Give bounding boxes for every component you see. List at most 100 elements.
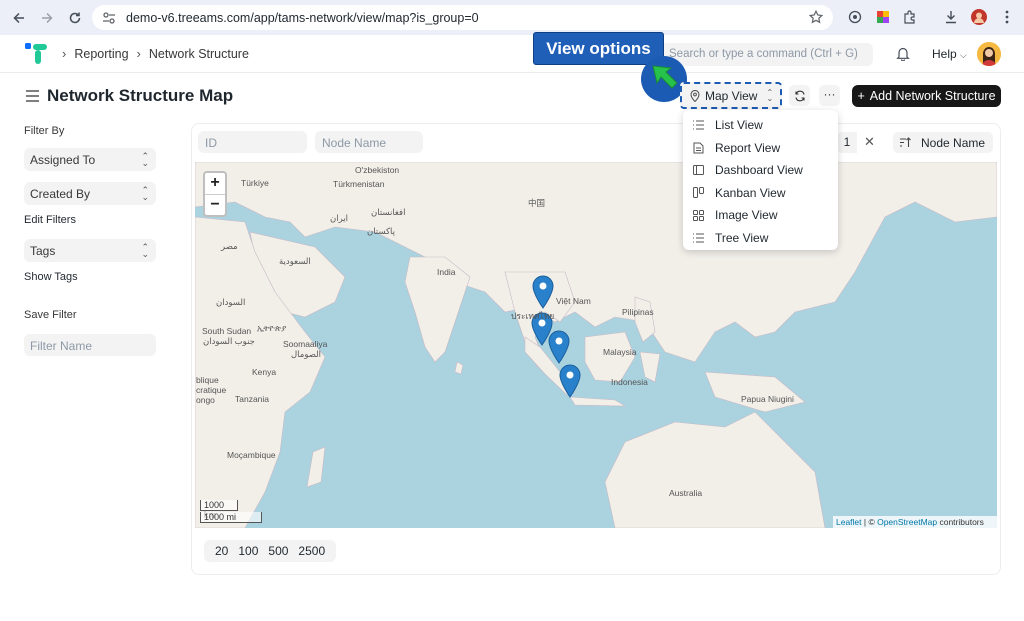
profile-avatar-icon[interactable]	[970, 8, 988, 26]
list-icon	[693, 120, 704, 130]
plus-icon: +	[857, 89, 865, 103]
zoom-out-button[interactable]: −	[205, 194, 225, 215]
sort-field-label: Node Name	[921, 135, 986, 150]
bookmark-star-icon[interactable]	[809, 10, 823, 24]
back-icon[interactable]	[8, 7, 30, 29]
chevron-down-icon: ⌵	[960, 50, 967, 60]
color-extension-icon[interactable]	[874, 8, 892, 26]
map-scale-km: 1000 km	[200, 500, 238, 520]
refresh-icon	[794, 90, 805, 101]
view-switcher-menu: List View Report View Dashboard View Kan…	[683, 110, 838, 250]
map-label: پاکستان	[367, 226, 395, 236]
page-size-2500[interactable]: 2500	[293, 544, 330, 558]
menu-item-label: List View	[715, 118, 763, 133]
map-label: Australia	[669, 488, 703, 498]
zoom-in-button[interactable]: +	[205, 173, 225, 194]
osm-link[interactable]: OpenStreetMap	[877, 517, 937, 527]
page-size-100[interactable]: 100	[233, 544, 263, 558]
map-label: الصومال	[291, 349, 322, 359]
chevron-right-icon: ›	[136, 46, 141, 61]
site-settings-icon[interactable]	[102, 11, 118, 25]
select-chevron-icon: ⌃ ⌄	[141, 185, 149, 202]
assigned-to-select[interactable]: Assigned To ⌃ ⌄	[24, 148, 156, 171]
select-chevron-icon: ⌃ ⌄	[141, 242, 149, 259]
tree-icon	[693, 233, 704, 243]
select-chevron-icon: ⌃ ⌄	[141, 151, 149, 168]
menu-item-image-view[interactable]: Image View	[683, 204, 838, 227]
menu-item-label: Image View	[715, 208, 778, 223]
map-label: India	[437, 267, 456, 277]
node-name-filter-input[interactable]: Node Name	[315, 131, 423, 153]
filter-count-badge[interactable]: 1	[837, 132, 857, 153]
map-attribution: Leaflet | © OpenStreetMap contributors	[833, 516, 997, 528]
map-scale-mi: 1000 mi	[200, 512, 262, 523]
filter-name-input[interactable]: Filter Name	[24, 334, 156, 356]
menu-item-label: Kanban View	[715, 185, 786, 200]
add-network-structure-button[interactable]: + Add Network Structure	[852, 85, 1001, 107]
attribution-sep: | ©	[861, 517, 878, 527]
chevron-right-icon: ›	[62, 46, 67, 61]
page-size-500[interactable]: 500	[263, 544, 293, 558]
download-icon[interactable]	[942, 8, 960, 26]
leaflet-link[interactable]: Leaflet	[836, 517, 862, 527]
page-length-selector: 20 100 500 2500	[204, 540, 337, 562]
help-dropdown[interactable]: Help ⌵	[932, 47, 967, 61]
more-actions-button[interactable]: ···	[819, 85, 840, 106]
map-marker-icon[interactable]	[548, 330, 570, 364]
menu-item-list-view[interactable]: List View	[683, 114, 838, 137]
kanban-icon	[693, 187, 704, 199]
map-marker-icon[interactable]	[532, 275, 554, 309]
treeams-logo-icon[interactable]	[24, 42, 48, 66]
breadcrumb-reporting[interactable]: Reporting	[74, 47, 128, 61]
user-avatar[interactable]	[977, 42, 1001, 66]
browser-toolbar: demo-v6.treeams.com/app/tams-network/vie…	[0, 0, 1024, 35]
map-label: Türkiye	[241, 178, 269, 188]
tags-select[interactable]: Tags ⌃ ⌄	[24, 239, 156, 262]
address-bar[interactable]: demo-v6.treeams.com/app/tams-network/vie…	[92, 5, 833, 30]
dashboard-icon	[693, 165, 704, 176]
browser-menu-icon[interactable]	[998, 8, 1016, 26]
extension-icon[interactable]	[846, 8, 864, 26]
map-label: Moçambique	[227, 450, 276, 460]
show-tags-link[interactable]: Show Tags	[24, 271, 78, 283]
map-label: السعودية	[279, 256, 311, 266]
menu-item-kanban-view[interactable]: Kanban View	[683, 182, 838, 205]
awesomebar-search-input[interactable]: Search or type a command (Ctrl + G)	[661, 43, 873, 66]
puzzle-extensions-icon[interactable]	[901, 8, 919, 26]
image-grid-icon	[693, 209, 704, 221]
map-label: Indonesia	[611, 377, 648, 387]
view-switcher-button[interactable]: Map View ⌃ ⌄	[680, 82, 782, 109]
view-switcher-label: Map View	[705, 88, 758, 103]
notification-bell-icon[interactable]	[896, 46, 910, 61]
breadcrumb: › Reporting › Network Structure	[62, 46, 249, 61]
map-label: Pilipinas	[622, 307, 654, 317]
edit-filters-link[interactable]: Edit Filters	[24, 214, 76, 226]
save-filter-label: Save Filter	[24, 309, 77, 321]
map-label: ongo	[196, 395, 215, 405]
menu-item-report-view[interactable]: Report View	[683, 137, 838, 160]
breadcrumb-network-structure[interactable]: Network Structure	[149, 47, 249, 61]
map-label: افغانستان	[371, 207, 406, 217]
map-label: blique	[196, 375, 219, 385]
clear-filters-icon[interactable]: ✕	[864, 134, 875, 150]
map-label: مصر	[221, 241, 238, 251]
menu-item-dashboard-view[interactable]: Dashboard View	[683, 159, 838, 182]
map-label: Soomaaliya	[283, 339, 328, 349]
sort-button[interactable]: Node Name	[893, 132, 993, 153]
sidebar-toggle-icon[interactable]	[26, 90, 39, 102]
reload-button[interactable]	[789, 85, 810, 106]
filter-by-label: Filter By	[24, 125, 65, 137]
map-label: Papua Niugini	[741, 394, 794, 404]
map-marker-icon[interactable]	[559, 364, 581, 398]
map-label: cratique	[196, 385, 227, 395]
created-by-select[interactable]: Created By ⌃ ⌄	[24, 182, 156, 205]
page-size-20[interactable]: 20	[210, 544, 233, 558]
menu-item-tree-view[interactable]: Tree View	[683, 227, 838, 250]
forward-icon[interactable]	[36, 7, 58, 29]
map-label: ประเทศไทย	[511, 311, 555, 321]
map-zoom-control: + −	[203, 171, 227, 217]
map-label: 中国	[528, 198, 546, 208]
map-label: Türkmenistan	[333, 179, 385, 189]
reload-page-icon[interactable]	[64, 7, 86, 29]
id-filter-input[interactable]: ID	[198, 131, 307, 153]
